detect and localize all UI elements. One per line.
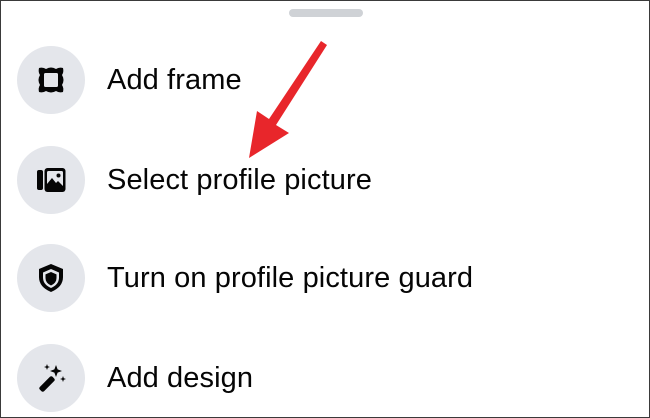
- menu-item-label: Turn on profile picture guard: [107, 261, 474, 294]
- menu-item-select-profile-picture[interactable]: Select profile picture: [1, 130, 649, 230]
- shield-icon: [17, 244, 85, 312]
- menu-item-add-design[interactable]: Add design: [1, 328, 649, 417]
- bottom-sheet: Add frame Select profile picture Turn on…: [0, 0, 650, 418]
- photo-gallery-icon: [17, 146, 85, 214]
- menu-item-label: Add frame: [107, 63, 242, 96]
- menu-item-label: Add design: [107, 361, 254, 394]
- frame-icon: [17, 46, 85, 114]
- menu-item-profile-picture-guard[interactable]: Turn on profile picture guard: [1, 228, 649, 328]
- profile-picture-menu: Add frame Select profile picture Turn on…: [1, 1, 649, 417]
- menu-item-label: Select profile picture: [107, 163, 372, 196]
- magic-wand-icon: [17, 344, 85, 412]
- menu-item-add-frame[interactable]: Add frame: [1, 30, 649, 130]
